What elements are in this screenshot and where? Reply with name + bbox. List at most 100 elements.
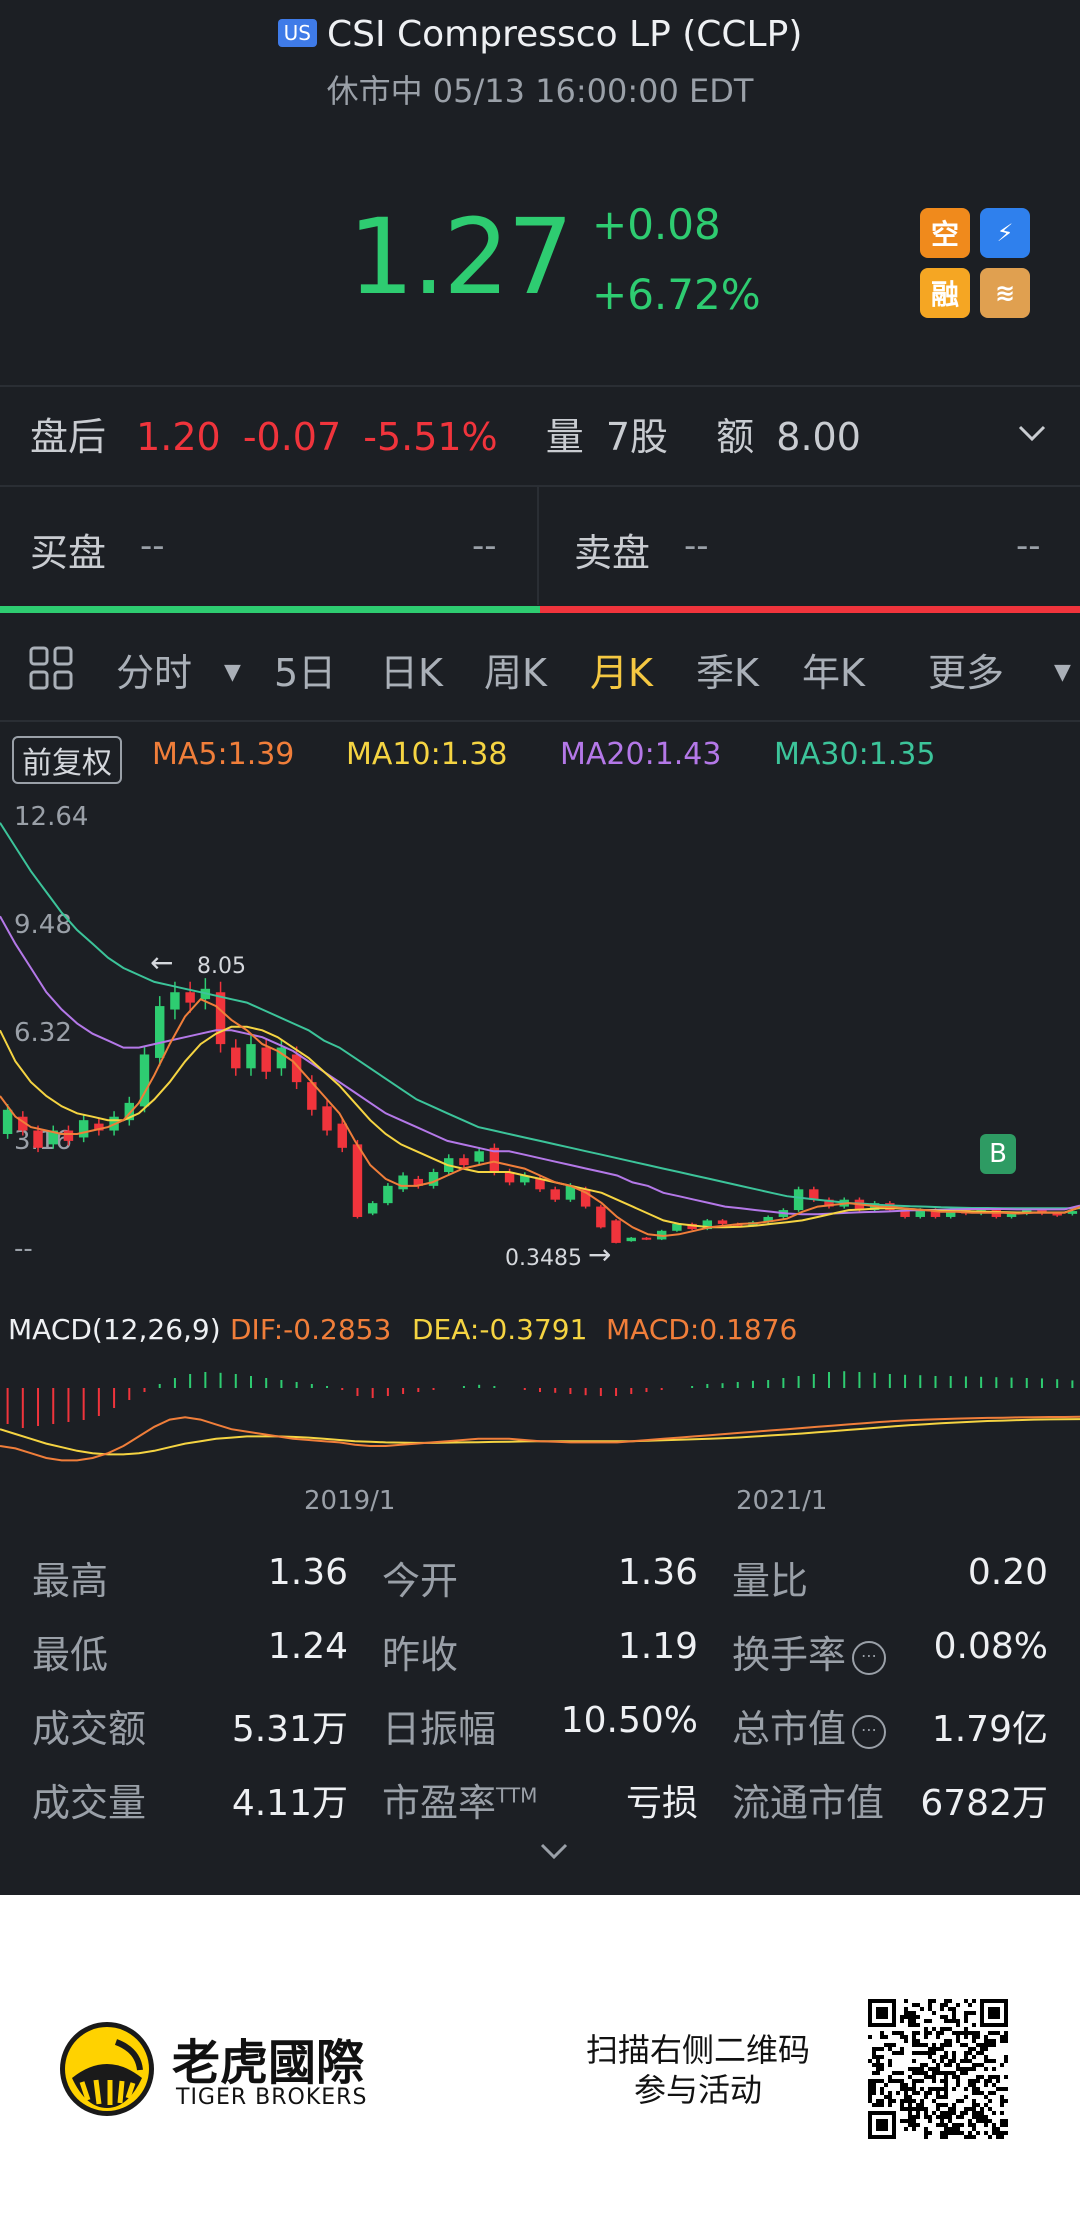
qr-module: [988, 2079, 992, 2083]
qr-module: [920, 2071, 924, 2075]
adjust-type-button[interactable]: 前复权: [12, 736, 122, 784]
qr-module: [928, 2031, 932, 2035]
qr-module: [1000, 2063, 1004, 2067]
stat-label: 昨收: [382, 1633, 459, 1677]
tab-monthly-k[interactable]: 月K: [590, 642, 653, 697]
candle-body: [261, 1047, 271, 1072]
qr-code-icon[interactable]: [864, 1995, 1012, 2143]
macd-chart[interactable]: [0, 1350, 1080, 1480]
qr-module: [984, 2067, 988, 2071]
qr-module: [976, 2075, 980, 2079]
qr-module: [868, 2035, 872, 2039]
candle-body: [33, 1130, 43, 1148]
qr-module: [956, 2031, 960, 2035]
stat-value: 亏损: [625, 1783, 698, 1824]
qr-module: [900, 2071, 904, 2075]
qr-module: [884, 2083, 888, 2087]
qr-module: [916, 2115, 920, 2119]
level1-icon[interactable]: ⚡: [980, 208, 1030, 258]
market-status: 休市中 05/13 16:00:00 EDT: [326, 72, 754, 110]
qr-module: [916, 2031, 920, 2035]
qr-module: [964, 2087, 968, 2091]
qr-module: [972, 2035, 976, 2039]
brand-name-cn: 老虎國際: [172, 2035, 365, 2091]
qr-module: [932, 2087, 936, 2091]
chevron-down-icon[interactable]: [536, 1838, 572, 1864]
market-badge: US: [277, 19, 317, 47]
qr-module: [912, 2067, 916, 2071]
caret-down-icon[interactable]: ▼: [1054, 660, 1071, 685]
qr-module: [960, 2043, 964, 2047]
qr-module: [916, 2111, 920, 2115]
qr-module: [964, 2035, 968, 2039]
qr-module: [948, 2111, 952, 2115]
short-sell-icon[interactable]: 空: [920, 208, 970, 258]
qr-module: [904, 2083, 908, 2087]
after-hours-volume: 7股: [605, 415, 669, 459]
qr-module: [956, 2003, 960, 2007]
qr-module: [904, 2015, 908, 2019]
qr-module: [976, 2103, 980, 2107]
qr-module: [916, 2079, 920, 2083]
caret-down-icon[interactable]: ▼: [224, 660, 241, 685]
chevron-down-icon[interactable]: [1014, 418, 1050, 448]
stat-label: 最低: [32, 1633, 109, 1677]
candlestick-chart[interactable]: [0, 800, 1080, 1280]
qr-module: [960, 2131, 964, 2135]
qr-module: [940, 2043, 944, 2047]
qr-module: [972, 2091, 976, 2095]
qr-module: [916, 2071, 920, 2075]
qr-module: [1004, 2055, 1008, 2059]
qr-module: [964, 2111, 968, 2115]
stat-value: 0.20: [967, 1552, 1048, 1593]
buy-marker[interactable]: B: [980, 1134, 1016, 1174]
tab-daily-k[interactable]: 日K: [380, 642, 443, 697]
qr-module: [908, 2107, 912, 2111]
candle-body: [596, 1206, 606, 1228]
qr-module: [980, 2075, 984, 2079]
qr-module: [900, 2015, 904, 2019]
qr-module: [992, 2111, 996, 2115]
qr-module: [920, 2087, 924, 2091]
qr-module: [988, 2099, 992, 2103]
qr-module: [916, 2051, 920, 2055]
qr-module: [888, 2095, 892, 2099]
qr-module: [888, 2059, 892, 2063]
qr-module: [940, 2135, 944, 2139]
qr-module: [952, 2127, 956, 2131]
qr-module: [956, 2019, 960, 2023]
after-hours-row[interactable]: 盘后 1.20 -0.07 -5.51% 量 7股 额 8.00: [30, 406, 861, 461]
ma30-label: MA30:1.35: [774, 737, 936, 772]
stat-value: 1.79亿: [931, 1709, 1048, 1750]
qr-module: [948, 1999, 952, 2003]
qr-module: [972, 2123, 976, 2127]
tab-quarterly-k[interactable]: 季K: [696, 642, 759, 697]
tab-yearly-k[interactable]: 年K: [802, 642, 865, 697]
grid-menu-icon[interactable]: [28, 645, 74, 691]
qr-module: [968, 2011, 972, 2015]
qr-module: [952, 2103, 956, 2107]
qr-module: [944, 2027, 948, 2031]
tab-weekly-k[interactable]: 周K: [484, 642, 547, 697]
qr-module: [944, 2095, 948, 2099]
qr-module: [972, 1999, 976, 2003]
qr-module: [1000, 2119, 1004, 2123]
qr-module: [924, 2131, 928, 2135]
qr-module: [944, 2055, 948, 2059]
qr-module: [980, 2051, 984, 2055]
qr-module: [996, 2087, 1000, 2091]
candle-body: [231, 1047, 241, 1069]
qr-module: [992, 2075, 996, 2079]
tab-5day[interactable]: 5日: [274, 642, 336, 697]
tab-intraday[interactable]: 分时: [116, 642, 192, 697]
divider: [537, 487, 539, 605]
qr-module: [904, 2087, 908, 2091]
margin-icon[interactable]: 融: [920, 268, 970, 318]
qr-module: [968, 2079, 972, 2083]
options-icon[interactable]: ≋: [980, 268, 1030, 318]
qr-module: [872, 2071, 876, 2075]
tab-more[interactable]: 更多: [928, 642, 1004, 697]
qr-module: [936, 2063, 940, 2067]
qr-module: [988, 2135, 992, 2139]
qr-module: [948, 2063, 952, 2067]
